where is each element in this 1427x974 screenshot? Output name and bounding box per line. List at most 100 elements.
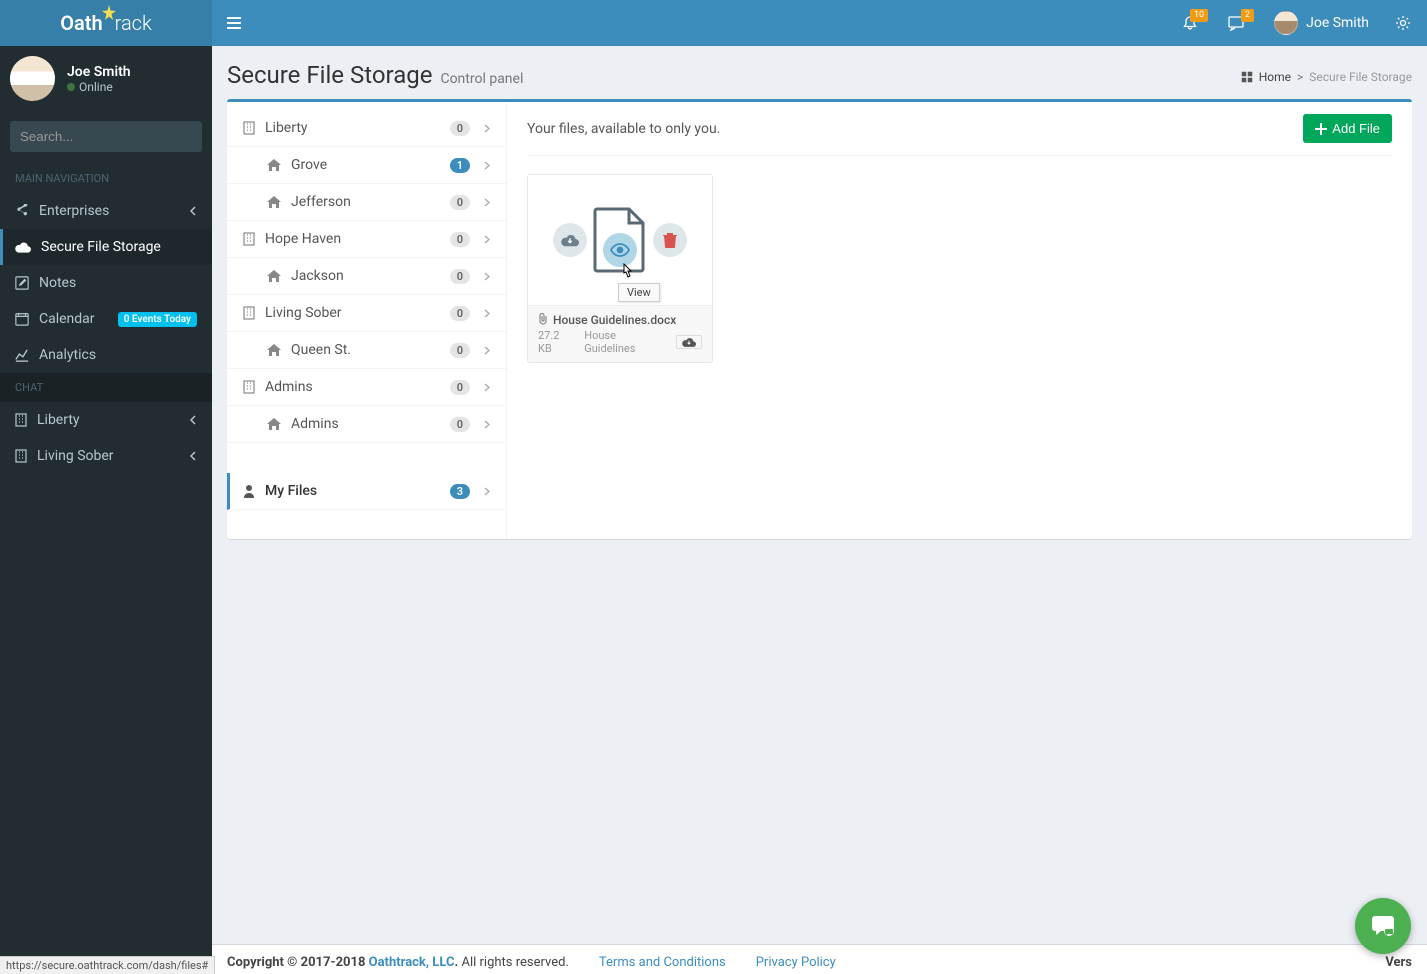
- tree-item-label: Hope Haven: [265, 231, 341, 247]
- sidebar-item-label: Liberty: [37, 412, 80, 428]
- username: Joe Smith: [1306, 15, 1369, 31]
- logo-text-2: rack: [115, 11, 152, 35]
- file-header: Your files, available to only you. Add F…: [527, 114, 1392, 156]
- tree-count: 0: [450, 269, 470, 284]
- share-icon: [15, 204, 29, 218]
- tree-count: 0: [450, 232, 470, 247]
- chevron-right-icon: [484, 124, 490, 133]
- tree-item-label: Queen St.: [291, 342, 351, 358]
- file-card: View House Guidelines.docx 27.2 KB House…: [527, 174, 713, 363]
- building-icon: [243, 306, 255, 320]
- tree-count: 0: [450, 195, 470, 210]
- sidebar-item-label: Living Sober: [37, 448, 114, 464]
- building-icon: [15, 413, 27, 427]
- tree-count: 0: [450, 380, 470, 395]
- tree-item[interactable]: Queen St. 0: [227, 332, 506, 369]
- tree-item-label: My Files: [265, 483, 317, 499]
- tree-count: 0: [450, 417, 470, 432]
- messages-icon[interactable]: 2: [1216, 5, 1256, 41]
- tree-item[interactable]: Hope Haven 0: [227, 221, 506, 258]
- hamburger-icon[interactable]: [212, 0, 256, 46]
- home-icon: [267, 344, 281, 356]
- sidebar-item-label: Calendar: [39, 311, 95, 327]
- eye-icon: [610, 243, 630, 257]
- user-status: Online: [67, 80, 131, 94]
- version-label: Vers: [1385, 955, 1412, 970]
- sidebar-item-label: Secure File Storage: [41, 239, 161, 255]
- folder-tree: Liberty0Grove1Jefferson0Hope Haven0Jacks…: [227, 102, 507, 539]
- tree-item[interactable]: Admins0: [227, 369, 506, 406]
- tree-item[interactable]: Liberty0: [227, 110, 506, 147]
- file-sub: 27.2 KB House Guidelines: [538, 329, 702, 355]
- add-file-button[interactable]: Add File: [1303, 114, 1392, 143]
- search-box: [10, 121, 202, 152]
- view-action[interactable]: [603, 233, 637, 267]
- building-icon: [243, 380, 255, 394]
- delete-action[interactable]: [653, 223, 687, 257]
- building-icon: [243, 232, 255, 246]
- calendar-icon: [15, 312, 29, 326]
- search-input[interactable]: [10, 121, 202, 152]
- dashboard-icon: [1241, 71, 1253, 83]
- gear-icon[interactable]: [1387, 5, 1419, 41]
- msg-badge: 2: [1241, 9, 1254, 22]
- sidebar-item-label: Enterprises: [39, 203, 109, 219]
- download-action[interactable]: [553, 223, 587, 257]
- privacy-link[interactable]: Privacy Policy: [756, 955, 836, 970]
- sidebar-item-enterprises[interactable]: Enterprises: [0, 193, 212, 229]
- sidebar-item-liberty[interactable]: Liberty: [0, 402, 212, 438]
- sidebar-item-secure-storage[interactable]: Secure File Storage: [0, 229, 212, 265]
- company-link[interactable]: Oathtrack, LLC: [369, 955, 455, 970]
- footer: Copyright © 2017-2018 Oathtrack, LLC. Al…: [212, 944, 1427, 974]
- chevron-right-icon: [484, 235, 490, 244]
- paperclip-icon: [538, 313, 548, 325]
- cloud-download-icon: [561, 233, 579, 247]
- sidebar-item-notes[interactable]: Notes: [0, 265, 212, 301]
- home-icon: [267, 270, 281, 282]
- topbar-right: 10 2 Joe Smith: [1170, 5, 1427, 41]
- tree-item[interactable]: Admins0: [227, 406, 506, 443]
- tree-count: 0: [450, 343, 470, 358]
- tree-item-label: Jackson: [291, 268, 344, 284]
- chevron-right-icon: [484, 487, 490, 496]
- file-meta: House Guidelines.docx 27.2 KB House Guid…: [528, 305, 712, 362]
- avatar: [10, 56, 55, 101]
- tree-item[interactable]: Jefferson0: [227, 184, 506, 221]
- nav-header-main: MAIN NAVIGATION: [0, 162, 212, 193]
- tree-count: 3: [450, 484, 470, 499]
- tree-item-label: Living Sober: [265, 305, 342, 321]
- notifications-icon[interactable]: 10: [1170, 5, 1210, 41]
- tree-item-my-files[interactable]: My Files 3: [227, 473, 506, 510]
- sidebar-item-living-sober[interactable]: Living Sober: [0, 438, 212, 474]
- download-button[interactable]: [676, 335, 702, 349]
- chat-fab[interactable]: [1355, 898, 1411, 954]
- tree-item[interactable]: Grove1: [227, 147, 506, 184]
- file-size: 27.2 KB: [538, 329, 574, 355]
- building-icon: [15, 449, 27, 463]
- terms-link[interactable]: Terms and Conditions: [599, 955, 726, 970]
- logo[interactable]: Oath rack: [0, 0, 212, 46]
- notif-badge: 10: [1190, 9, 1208, 22]
- chevron-right-icon: [484, 309, 490, 318]
- building-icon: [243, 121, 255, 135]
- sidebar-item-calendar[interactable]: Calendar 0 Events Today: [0, 301, 212, 337]
- cloud-icon: [15, 241, 31, 253]
- tree-item-label: Liberty: [265, 120, 308, 136]
- edit-icon: [15, 276, 29, 290]
- breadcrumb-home[interactable]: Home: [1259, 70, 1291, 84]
- user-menu[interactable]: Joe Smith: [1262, 11, 1381, 35]
- page-title: Secure File Storage: [227, 61, 432, 89]
- file-description: Your files, available to only you.: [527, 121, 720, 137]
- file-thumbnail: View: [528, 175, 712, 305]
- chevron-left-icon: [190, 415, 197, 425]
- user-panel: Joe Smith Online: [0, 46, 212, 111]
- tree-item[interactable]: Living Sober0: [227, 295, 506, 332]
- tree-item[interactable]: Jackson 0: [227, 258, 506, 295]
- user-name: Joe Smith: [67, 64, 131, 80]
- file-name: House Guidelines.docx: [538, 313, 702, 327]
- calendar-badge: 0 Events Today: [118, 312, 197, 327]
- nav-header-chat: Chat: [0, 373, 212, 402]
- sidebar-item-analytics[interactable]: Analytics: [0, 337, 212, 373]
- chevron-left-icon: [190, 206, 197, 216]
- sidebar-item-label: Analytics: [39, 347, 96, 363]
